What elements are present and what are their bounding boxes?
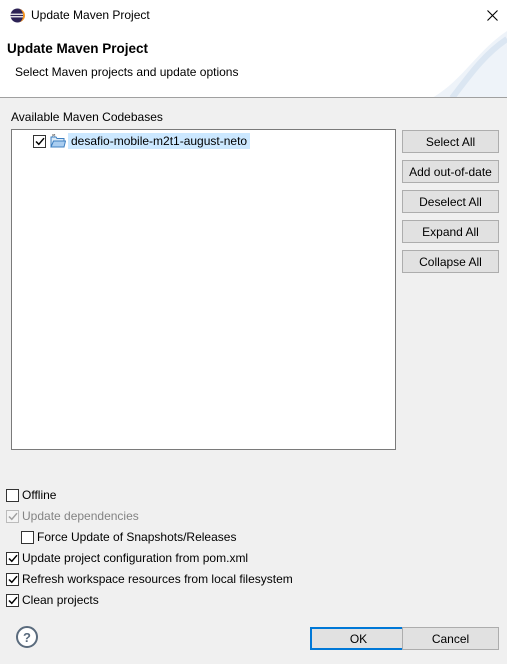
dialog-header: Update Maven Project Select Maven projec…	[0, 31, 507, 98]
close-button[interactable]	[477, 0, 507, 31]
checkmark-icon	[7, 596, 18, 604]
force-update-option[interactable]: Force Update of Snapshots/Releases	[21, 529, 236, 545]
force-update-label: Force Update of Snapshots/Releases	[37, 530, 237, 544]
refresh-workspace-option[interactable]: Refresh workspace resources from local f…	[6, 571, 293, 587]
update-configuration-label: Update project configuration from pom.xm…	[22, 551, 249, 565]
update-dependencies-label: Update dependencies	[22, 509, 139, 523]
collapse-all-button[interactable]: Collapse All	[402, 250, 499, 273]
checkmark-icon	[7, 512, 18, 520]
ok-button[interactable]: OK	[310, 627, 407, 650]
select-all-button[interactable]: Select All	[402, 130, 499, 153]
maven-project-folder-icon: M	[50, 134, 66, 148]
offline-checkbox[interactable]	[6, 488, 19, 502]
checkmark-icon	[7, 575, 18, 583]
header-banner-graphic	[433, 31, 507, 97]
tree-item[interactable]: M desafio-mobile-m2t1-august-neto	[18, 132, 251, 150]
clean-projects-option[interactable]: Clean projects	[6, 592, 99, 608]
codebases-tree[interactable]: M desafio-mobile-m2t1-august-neto	[11, 129, 396, 450]
force-update-checkbox[interactable]	[21, 530, 34, 544]
update-configuration-option[interactable]: Update project configuration from pom.xm…	[6, 550, 248, 566]
tree-item-label: desafio-mobile-m2t1-august-neto	[68, 133, 251, 149]
checkmark-icon	[34, 137, 45, 145]
offline-label: Offline	[22, 488, 57, 502]
help-icon: ?	[23, 629, 31, 645]
clean-projects-checkbox[interactable]	[6, 593, 19, 607]
tree-item-checkbox[interactable]	[33, 134, 46, 148]
page-title: Update Maven Project	[7, 41, 149, 56]
add-out-of-date-button[interactable]: Add out-of-date	[402, 160, 499, 183]
update-dependencies-option: Update dependencies	[6, 508, 139, 524]
window-title: Update Maven Project	[31, 8, 150, 22]
close-icon	[486, 10, 498, 21]
refresh-workspace-label: Refresh workspace resources from local f…	[22, 572, 293, 586]
refresh-workspace-checkbox[interactable]	[6, 572, 19, 586]
clean-projects-label: Clean projects	[22, 593, 99, 607]
eclipse-icon	[10, 8, 25, 23]
cancel-button[interactable]: Cancel	[402, 627, 499, 650]
deselect-all-button[interactable]: Deselect All	[402, 190, 499, 213]
expand-all-button[interactable]: Expand All	[402, 220, 499, 243]
update-configuration-checkbox[interactable]	[6, 551, 19, 565]
codebases-label: Available Maven Codebases	[11, 110, 163, 124]
page-description: Select Maven projects and update options	[15, 65, 239, 79]
help-button[interactable]: ?	[16, 626, 38, 648]
checkmark-icon	[7, 554, 18, 562]
svg-text:M: M	[52, 134, 56, 138]
title-bar: Update Maven Project	[0, 0, 507, 31]
offline-option[interactable]: Offline	[6, 487, 56, 503]
update-dependencies-checkbox	[6, 509, 19, 523]
